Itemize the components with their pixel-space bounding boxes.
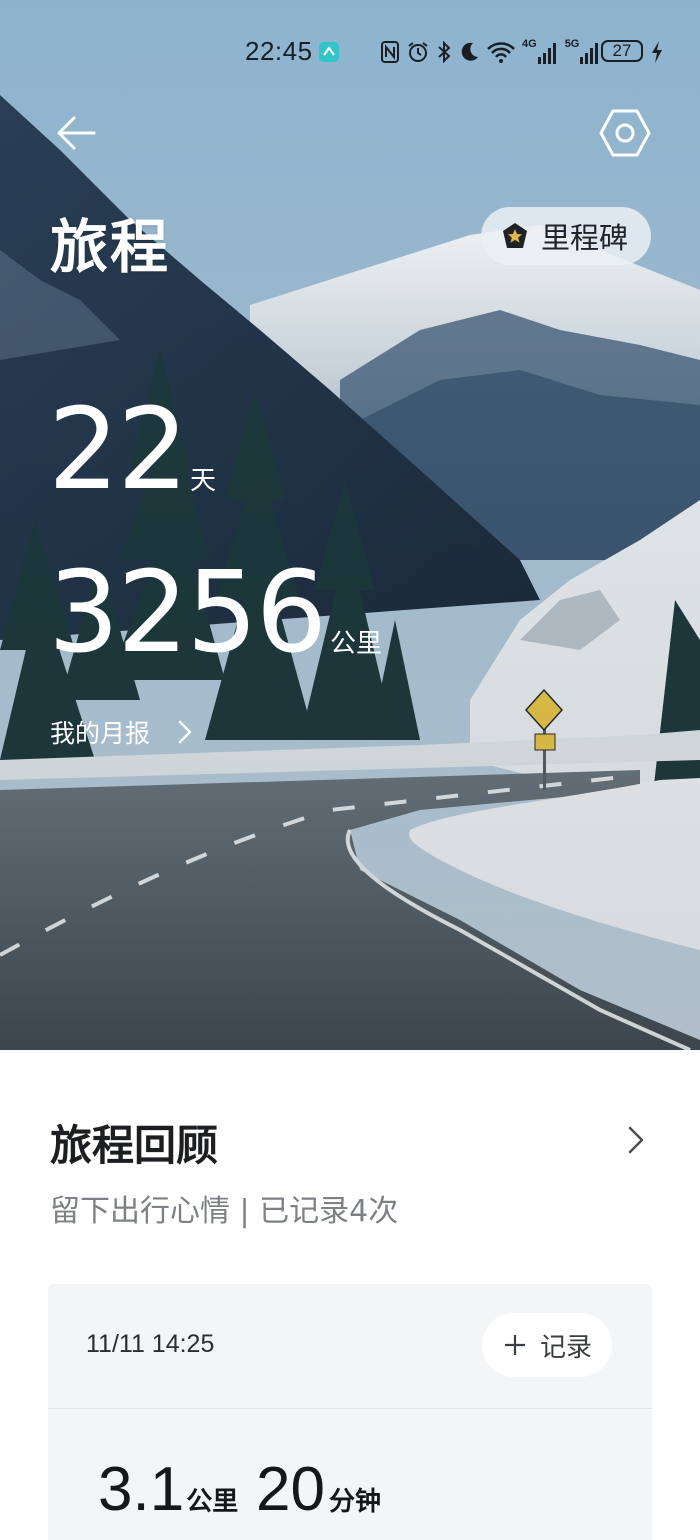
days-value: 22	[48, 385, 189, 515]
battery-indicator: 27	[601, 40, 643, 62]
review-section-title[interactable]: 旅程回顾	[50, 1112, 218, 1173]
distance-value: 3256	[48, 548, 327, 678]
do-not-disturb-moon-icon	[461, 42, 478, 61]
record-duration-unit: 分钟	[328, 1487, 381, 1517]
record-duration: 20 分钟	[256, 1454, 381, 1525]
add-record-button[interactable]: 记录	[482, 1313, 612, 1377]
distance-stat: 3256 公里	[48, 548, 382, 678]
status-bar: 22:45 4G 5G 27	[0, 34, 700, 70]
status-time: 22:45	[245, 36, 313, 66]
signal-4g-icon: 4G	[522, 39, 557, 65]
card-divider	[48, 1408, 652, 1409]
signal-5g-icon: 5G	[565, 39, 600, 65]
record-duration-value: 20	[256, 1455, 325, 1524]
chevron-right-icon	[178, 720, 192, 744]
wifi-icon	[487, 42, 515, 63]
signal-5g-label: 5G	[564, 38, 580, 50]
settings-hexagon-icon[interactable]	[598, 108, 652, 158]
record-datetime: 11/11 14:25	[86, 1330, 215, 1358]
bluetooth-icon	[438, 40, 451, 64]
days-unit: 天	[190, 466, 217, 496]
chevron-right-icon[interactable]	[626, 1124, 646, 1156]
back-arrow-icon[interactable]	[54, 110, 100, 156]
monthly-report-label: 我的月报	[50, 719, 151, 748]
status-icons: 4G 5G	[318, 38, 599, 66]
hero-banner: 22:45 4G 5G 27 旅程 里程碑 22 天 3256 公里 我的月报	[0, 0, 700, 1050]
plus-icon	[505, 1335, 525, 1355]
page-title: 旅程	[50, 213, 171, 281]
review-subtitle: 留下出行心情 | 已记录4次	[50, 1194, 399, 1229]
signal-4g-label: 4G	[522, 38, 537, 50]
signal-bars-icon	[537, 43, 556, 64]
milestone-button[interactable]: 里程碑	[481, 207, 651, 265]
journey-screen: 22:45 4G 5G 27 旅程 里程碑 22 天 3256 公里 我的月报 …	[0, 0, 700, 1540]
record-distance-value: 3.1	[98, 1455, 185, 1524]
mountain-road-landscape-image	[0, 0, 700, 1050]
monthly-report-link[interactable]: 我的月报	[50, 712, 194, 752]
alarm-icon	[408, 42, 428, 62]
milestone-label: 里程碑	[541, 221, 629, 255]
nfc-icon	[381, 41, 399, 63]
distance-unit: 公里	[330, 629, 383, 659]
add-record-label: 记录	[540, 1332, 593, 1363]
charging-bolt-icon	[652, 41, 662, 63]
record-distance-unit: 公里	[186, 1487, 239, 1517]
star-badge-icon	[503, 223, 527, 248]
days-stat: 22 天	[48, 385, 216, 515]
signal-bars-icon	[580, 43, 599, 64]
app-notification-icon	[319, 42, 339, 62]
record-distance: 3.1公里	[98, 1454, 238, 1525]
journey-record-card[interactable]: 11/11 14:25 记录 3.1公里 20 分钟	[48, 1284, 652, 1540]
